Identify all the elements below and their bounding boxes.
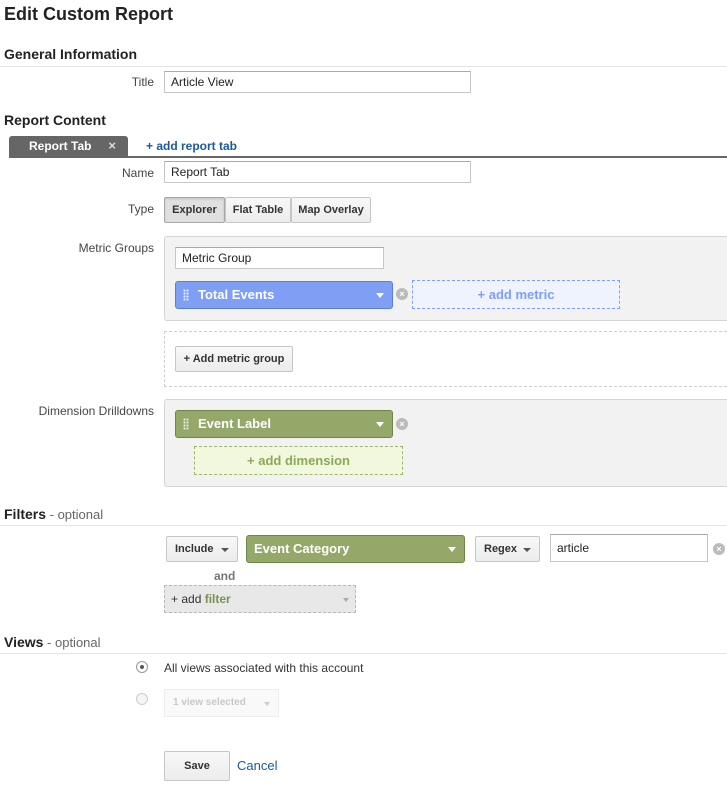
view-select-dropdown[interactable]: 1 view selected xyxy=(164,689,279,717)
cancel-link[interactable]: Cancel xyxy=(237,758,277,773)
include-select[interactable]: Include xyxy=(166,536,238,562)
and-label: and xyxy=(214,569,236,583)
metric-group-name-input[interactable] xyxy=(175,247,384,269)
filter-dimension-chip[interactable]: Event Category xyxy=(246,535,465,563)
chevron-down-icon[interactable] xyxy=(376,293,384,298)
filter-dimension-label: Event Category xyxy=(254,541,350,556)
type-explorer-button[interactable]: Explorer xyxy=(164,197,225,223)
name-input[interactable] xyxy=(164,161,471,183)
general-info-heading: General Information xyxy=(4,46,138,62)
match-type-select[interactable]: Regex xyxy=(475,536,540,562)
remove-filter-icon[interactable]: × xyxy=(713,543,725,555)
remove-dimension-icon[interactable]: × xyxy=(396,418,408,430)
drag-handle-icon[interactable] xyxy=(183,289,189,301)
close-icon[interactable]: × xyxy=(108,136,116,156)
all-views-radio[interactable] xyxy=(136,661,148,673)
tab-report-tab[interactable]: Report Tab × xyxy=(9,136,128,156)
save-button[interactable]: Save xyxy=(164,751,230,781)
chevron-down-icon xyxy=(221,548,229,552)
title-label: Title xyxy=(131,75,154,89)
divider xyxy=(0,653,727,654)
chevron-down-icon xyxy=(523,548,531,552)
filter-value-input[interactable] xyxy=(550,534,708,562)
chevron-down-icon[interactable] xyxy=(448,547,456,552)
add-filter-button[interactable]: + add filter xyxy=(164,585,356,613)
type-map-overlay-button[interactable]: Map Overlay xyxy=(291,197,371,223)
metric-groups-label: Metric Groups xyxy=(78,241,154,255)
remove-metric-icon[interactable]: × xyxy=(396,288,408,300)
type-label: Type xyxy=(127,202,154,216)
add-dimension-button[interactable]: + add dimension xyxy=(194,446,403,475)
dimension-label: Event Label xyxy=(198,416,271,431)
divider xyxy=(0,66,727,67)
filters-heading: Filters - optional xyxy=(4,506,104,522)
views-heading: Views - optional xyxy=(4,634,101,650)
dimension-drilldowns-label: Dimension Drilldowns xyxy=(38,404,154,418)
tab-underline xyxy=(9,156,727,158)
report-content-heading: Report Content xyxy=(4,112,106,128)
chevron-down-icon xyxy=(343,598,349,602)
chevron-down-icon[interactable] xyxy=(376,422,384,427)
title-input[interactable] xyxy=(164,71,471,93)
selected-views-radio[interactable] xyxy=(136,693,148,705)
metric-label: Total Events xyxy=(198,287,275,302)
name-label: Name xyxy=(121,166,154,180)
dimension-chip-event-label[interactable]: Event Label xyxy=(175,410,393,438)
add-metric-group-button[interactable]: + Add metric group xyxy=(175,346,293,372)
all-views-label: All views associated with this account xyxy=(164,661,364,675)
type-flat-table-button[interactable]: Flat Table xyxy=(225,197,291,223)
chevron-down-icon xyxy=(264,702,270,706)
tab-label: Report Tab xyxy=(29,139,92,153)
page-title: Edit Custom Report xyxy=(4,4,173,24)
drag-handle-icon[interactable] xyxy=(183,418,189,430)
metric-chip-total-events[interactable]: Total Events xyxy=(175,281,393,309)
add-metric-button[interactable]: + add metric xyxy=(412,280,620,309)
divider xyxy=(0,525,727,526)
add-report-tab-link[interactable]: + add report tab xyxy=(146,139,237,153)
